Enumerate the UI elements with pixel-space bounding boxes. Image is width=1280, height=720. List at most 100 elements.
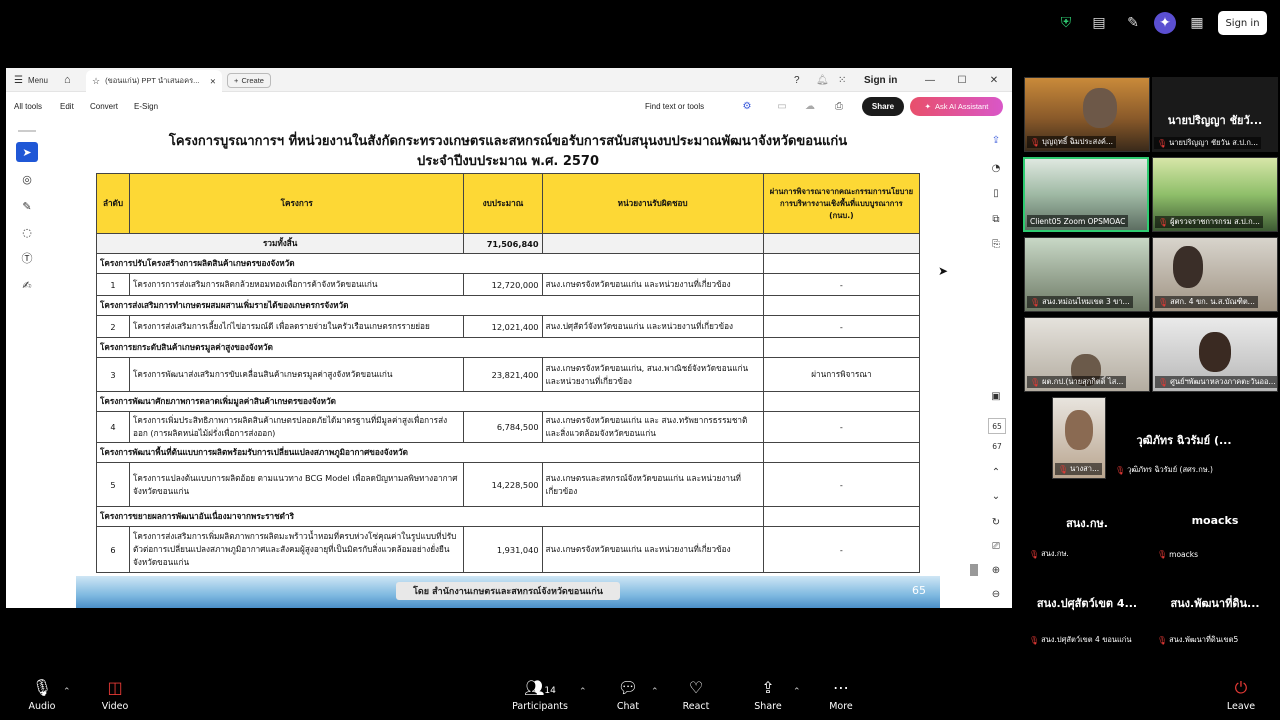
- row-project: โครงการพัฒนาส่งเสริมการขับเคลื่อนสินค้าเ…: [129, 357, 465, 392]
- close-tab-icon[interactable]: ✕: [210, 77, 216, 86]
- zoom-sign-in-button[interactable]: Sign in: [1218, 11, 1267, 35]
- participant-tile[interactable]: สนง.ปศุสัตว์เขต 4... 🎙︎ สนง.ปศุสัตว์เขต 4…: [1024, 574, 1150, 649]
- apps-grid-icon[interactable]: ⁙: [838, 68, 846, 92]
- help-icon[interactable]: ?: [794, 68, 800, 92]
- menu-button[interactable]: ☰ Menu: [14, 68, 48, 92]
- menu-convert[interactable]: Convert: [90, 94, 118, 118]
- budget-table: ลำดับ โครงการ งบประมาณ หน่วยงานรับผิดชอบ…: [95, 173, 921, 573]
- row-review: -: [762, 315, 921, 338]
- participant-tile[interactable]: 🎙︎ สศก. 4 ขก. น.ส.บัณฑิต...: [1152, 237, 1278, 312]
- upload-icon[interactable]: ☁: [803, 99, 817, 113]
- participants-options-icon[interactable]: ⌃: [579, 687, 587, 697]
- page-total: 67: [992, 442, 1002, 451]
- participant-tile[interactable]: วุฒิภัทร ฉิวรัมย์ (... 🎙︎ วุฒิภัทร ฉิวรัม…: [1110, 397, 1270, 479]
- create-button[interactable]: + Create: [227, 73, 271, 88]
- zoom-in-icon[interactable]: ⊕: [988, 562, 1004, 578]
- more-button[interactable]: ⋯ More: [826, 679, 856, 717]
- find-text-tools[interactable]: Find text or tools: [645, 94, 704, 118]
- row-budget: 1,931,040: [463, 526, 543, 573]
- participant-tile[interactable]: 🎙︎ ผต.กป.(นายสุกกิตติ์ ไส...: [1024, 317, 1150, 392]
- table-row: 2 โครงการส่งเสริมการเลี้ยงไก่ไข่อารมณ์ดี…: [95, 315, 921, 338]
- acrobat-tab-bar: ☰ Menu ⌂ ☆ (ขอนแก่น) PPT นำเสนอคร... ✕ +…: [6, 68, 1012, 92]
- right-toolbar: ⇪ ◔ ▯ ⧉ ⎘ ▣ 65 67 ⌃ ⌄ ↻ ⎚ ⊕ ⊖: [980, 120, 1012, 608]
- select-cursor-icon[interactable]: ➤: [16, 142, 38, 162]
- participant-tile[interactable]: 🎙︎ นางสา...: [1052, 397, 1106, 479]
- home-icon[interactable]: ⌂: [64, 68, 71, 92]
- leave-button[interactable]: ⏻ Leave: [1226, 679, 1256, 717]
- zoom-out-icon[interactable]: ⊖: [988, 586, 1004, 602]
- participant-tile[interactable]: moacks 🎙︎ moacks: [1152, 488, 1278, 563]
- react-button[interactable]: ♡ React: [681, 679, 711, 717]
- share-screen-button[interactable]: ⇪ Share: [753, 679, 783, 717]
- participant-tile[interactable]: นายปริญญา ชัยวั... 🎙︎ นายปริญญา ชัยวัน ส.…: [1152, 77, 1278, 152]
- chat-button[interactable]: 💬︎ Chat: [614, 679, 642, 717]
- menu-edit[interactable]: Edit: [60, 94, 74, 118]
- minimize-icon[interactable]: —: [920, 68, 940, 92]
- bell-icon[interactable]: 🔔︎: [816, 68, 829, 92]
- table-row: 6 โครงการส่งเสริมการเพิ่มผลิตภาพการผลิตม…: [95, 526, 921, 573]
- sign-icon[interactable]: ✍: [16, 275, 38, 295]
- participants-icon: 👥︎14: [524, 678, 556, 697]
- share-options-icon[interactable]: ⌃: [793, 687, 801, 697]
- group-row: โครงการขยายผลการพัฒนาอันเนื่องมาจากพระรา…: [96, 506, 921, 527]
- page-display-icon[interactable]: ▣: [988, 388, 1004, 404]
- participant-label: บุญฤทธิ์ ฉิมประสงค์...: [1042, 137, 1114, 146]
- export-pdf-icon[interactable]: ⇪: [988, 132, 1004, 148]
- participant-tile[interactable]: 🎙︎ สนง.หม่อนไหมเขต 3 ขา...: [1024, 237, 1150, 312]
- participants-button[interactable]: 👥︎14 Participants: [512, 679, 568, 717]
- menu-all-tools[interactable]: All tools: [14, 94, 42, 118]
- acrobat-sign-in[interactable]: Sign in: [864, 68, 897, 92]
- leave-icon: ⏻: [1234, 678, 1248, 697]
- draw-lasso-icon[interactable]: ◌: [16, 222, 38, 242]
- participant-tile[interactable]: 🎙︎ ผู้ตรวจราชการกรม ส.ป.ก...: [1152, 157, 1278, 232]
- document-tab[interactable]: ☆ (ขอนแก่น) PPT นำเสนอคร... ✕: [86, 70, 222, 92]
- tools-icon[interactable]: ⚙: [740, 99, 754, 113]
- fit-page-icon[interactable]: ⎚: [988, 538, 1004, 554]
- maximize-icon[interactable]: ☐: [952, 68, 972, 92]
- print-icon[interactable]: ⎙: [832, 99, 846, 113]
- participant-tile[interactable]: สนง.พัฒนาที่ดิน... 🎙︎ สนง.พัฒนาที่ดินเขต5: [1152, 574, 1278, 649]
- text-box-icon[interactable]: Ⓣ: [16, 248, 38, 268]
- participant-tile[interactable]: 🎙︎ บุญฤทธิ์ ฉิมประสงค์...: [1024, 77, 1150, 152]
- apps-icon[interactable]: ▦: [1186, 12, 1208, 34]
- comment-icon[interactable]: ◎: [16, 169, 38, 189]
- slide-footer-text: โดย สำนักงานเกษตรและสหกรณ์จังหวัดขอนแก่น: [396, 582, 620, 600]
- page-down-icon[interactable]: ⌄: [988, 488, 1004, 504]
- audio-options-icon[interactable]: ⌃: [63, 687, 71, 697]
- share-document-button[interactable]: Share: [862, 97, 904, 116]
- page-current-field[interactable]: 65: [988, 418, 1006, 434]
- attachments-icon[interactable]: ⎘: [988, 236, 1004, 252]
- heart-icon: ♡: [688, 678, 704, 697]
- row-no: 5: [95, 462, 131, 507]
- shared-screen: ☰ Menu ⌂ ☆ (ขอนแก่น) PPT นำเสนอคร... ✕ +…: [6, 68, 1012, 608]
- ask-ai-assistant-button[interactable]: ✦ Ask AI Assistant: [910, 97, 1003, 116]
- save-icon[interactable]: ▭: [775, 99, 789, 113]
- page-up-icon[interactable]: ⌃: [988, 464, 1004, 480]
- row-project: โครงการส่งเสริมการเพิ่มผลิตภาพการผลิตมะพ…: [129, 526, 465, 573]
- menu-esign[interactable]: E-Sign: [134, 94, 158, 118]
- mic-off-icon: 🎙︎: [1157, 138, 1168, 148]
- rotate-icon[interactable]: ↻: [988, 514, 1004, 530]
- row-no: 6: [95, 526, 131, 573]
- participant-tile[interactable]: 🎙︎ ศูนย์ฯพัฒนาหลวงภาคตะวันออ...: [1152, 317, 1278, 392]
- chat-options-icon[interactable]: ⌃: [651, 687, 659, 697]
- row-budget: 12,021,400: [463, 315, 543, 338]
- participant-tile-active-speaker[interactable]: Client05 Zoom OPSMOAC: [1023, 157, 1149, 232]
- whiteboard-icon[interactable]: ✎: [1122, 12, 1144, 34]
- participant-name: 🎙︎ สนง.พัฒนาที่ดินเขต5: [1154, 634, 1242, 646]
- comments-panel-icon[interactable]: ◔: [988, 160, 1004, 176]
- share-label: Share: [754, 701, 782, 712]
- ai-companion-icon[interactable]: ✦: [1154, 12, 1176, 34]
- close-window-icon[interactable]: ✕: [984, 68, 1004, 92]
- star-icon[interactable]: ☆: [92, 76, 100, 87]
- audio-button[interactable]: 🎙︎ Audio: [28, 679, 56, 717]
- video-button[interactable]: ◫ Video: [100, 679, 130, 717]
- participant-tile[interactable]: สนง.กษ. 🎙︎ สนง.กษ.: [1024, 488, 1150, 563]
- scrollbar-thumb[interactable]: [970, 564, 978, 576]
- highlight-pen-icon[interactable]: ✎: [16, 196, 38, 216]
- pages-icon[interactable]: ⧉: [988, 211, 1004, 227]
- ai-sparkle-icon: ✦: [924, 102, 931, 111]
- notes-icon[interactable]: ▤: [1088, 12, 1110, 34]
- bookmark-icon[interactable]: ▯: [988, 185, 1004, 201]
- shield-icon[interactable]: ⛨: [1055, 12, 1077, 34]
